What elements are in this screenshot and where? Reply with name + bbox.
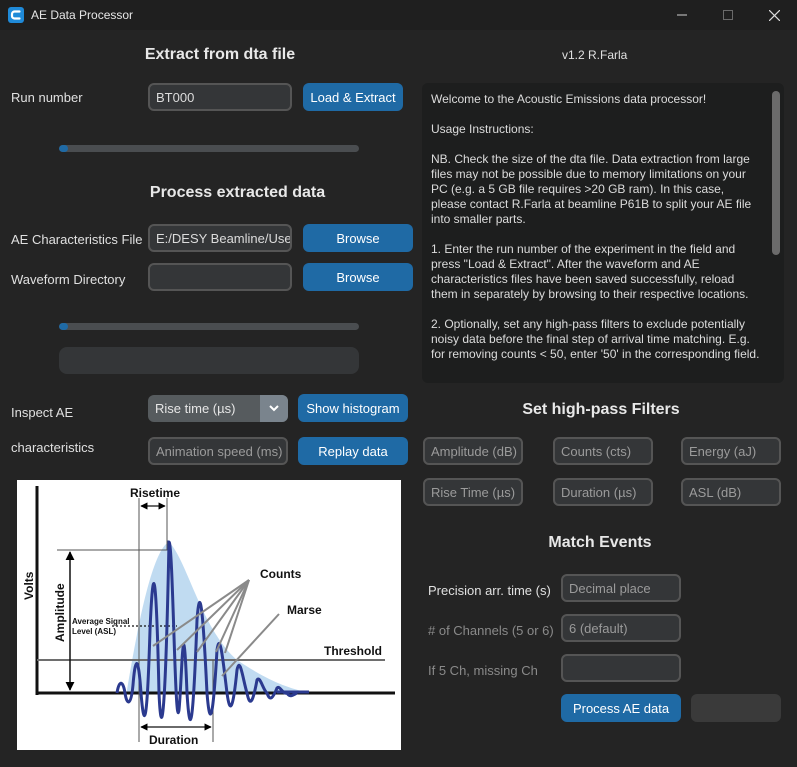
energy-filter-input[interactable]: Energy (aJ) — [681, 437, 781, 465]
extract-progress-fill — [59, 145, 68, 152]
channels-input[interactable]: 6 (default) — [561, 614, 681, 642]
waveform-dir-label: Waveform Directory — [11, 272, 126, 287]
process-progress-bar — [59, 323, 359, 330]
asl-label-line2: Level (ASL) — [72, 627, 116, 636]
precision-input[interactable]: Decimal place — [561, 574, 681, 602]
instructions-textbox[interactable]: Welcome to the Acoustic Emissions data p… — [422, 83, 784, 383]
missing-channel-input[interactable] — [561, 654, 681, 682]
match-events-heading: Match Events — [548, 534, 652, 551]
ae-characteristics-diagram: Risetime Counts Marse Threshold Average … — [17, 480, 401, 750]
instructions-scrollbar[interactable] — [772, 91, 780, 375]
risetime-label: Risetime — [130, 486, 180, 500]
process-progress-fill — [59, 323, 68, 330]
animation-speed-input[interactable]: Animation speed (ms) — [148, 437, 288, 465]
title-bar[interactable]: AE Data Processor — [0, 0, 797, 30]
close-icon — [768, 9, 780, 21]
waveform-dir-input[interactable] — [148, 263, 292, 291]
char-file-label: AE Characteristics File — [11, 232, 143, 247]
instructions-scroll-thumb[interactable] — [772, 91, 780, 255]
precision-label: Precision arr. time (s) — [428, 583, 551, 598]
process-ae-data-button[interactable]: Process AE data — [561, 694, 681, 722]
threshold-label: Threshold — [324, 644, 382, 658]
extract-heading: Extract from dta file — [144, 46, 296, 63]
duration-filter-input[interactable]: Duration (µs) — [553, 478, 653, 506]
volts-axis-label: Volts — [22, 571, 36, 600]
asl-label-line1: Average Signal — [72, 617, 130, 626]
app-window: AE Data Processor Extract from dta file … — [0, 0, 797, 767]
chevron-down-icon[interactable] — [260, 395, 288, 422]
minimize-icon — [677, 14, 687, 16]
secondary-action-button[interactable] — [691, 694, 781, 722]
counts-label: Counts — [260, 567, 302, 581]
show-histogram-button[interactable]: Show histogram — [298, 394, 408, 422]
process-heading: Process extracted data — [149, 184, 326, 201]
amplitude-axis-label: Amplitude — [53, 583, 67, 642]
rise-time-filter-input[interactable]: Rise Time (µs) — [423, 478, 523, 506]
missing-channel-label: If 5 Ch, missing Ch — [428, 663, 538, 678]
characteristic-select[interactable]: Rise time (µs) — [148, 395, 288, 422]
inspect-label-line2: characteristics — [11, 440, 95, 455]
instructions-text: Welcome to the Acoustic Emissions data p… — [431, 92, 760, 361]
load-extract-button[interactable]: Load & Extract — [303, 83, 403, 111]
close-button[interactable] — [751, 0, 797, 30]
app-logo-icon — [8, 7, 24, 23]
minimize-button[interactable] — [659, 0, 705, 30]
ae-waveform-illustration: Risetime Counts Marse Threshold Average … — [22, 486, 395, 747]
channels-label: # of Channels (5 or 6) — [428, 623, 554, 638]
browse-waveform-button[interactable]: Browse — [303, 263, 413, 291]
window-title: AE Data Processor — [31, 8, 134, 22]
amplitude-filter-input[interactable]: Amplitude (dB) — [423, 437, 523, 465]
filters-heading: Set high-pass Filters — [522, 401, 680, 418]
maximize-button[interactable] — [705, 0, 751, 30]
replay-data-button[interactable]: Replay data — [298, 437, 408, 465]
characteristic-select-value: Rise time (µs) — [155, 401, 236, 416]
process-status-box — [59, 347, 359, 374]
asl-filter-input[interactable]: ASL (dB) — [681, 478, 781, 506]
duration-label: Duration — [149, 733, 198, 747]
maximize-icon — [723, 10, 733, 20]
run-number-label: Run number — [11, 90, 83, 105]
version-label: v1.2 R.Farla — [562, 48, 628, 62]
browse-char-file-button[interactable]: Browse — [303, 224, 413, 252]
counts-filter-input[interactable]: Counts (cts) — [553, 437, 653, 465]
marse-label: Marse — [287, 603, 322, 617]
inspect-label-line1: Inspect AE — [11, 405, 74, 420]
run-number-input[interactable]: BT000 — [148, 83, 292, 111]
extract-progress-bar — [59, 145, 359, 152]
char-file-input[interactable]: E:/DESY Beamline/User — [148, 224, 292, 252]
